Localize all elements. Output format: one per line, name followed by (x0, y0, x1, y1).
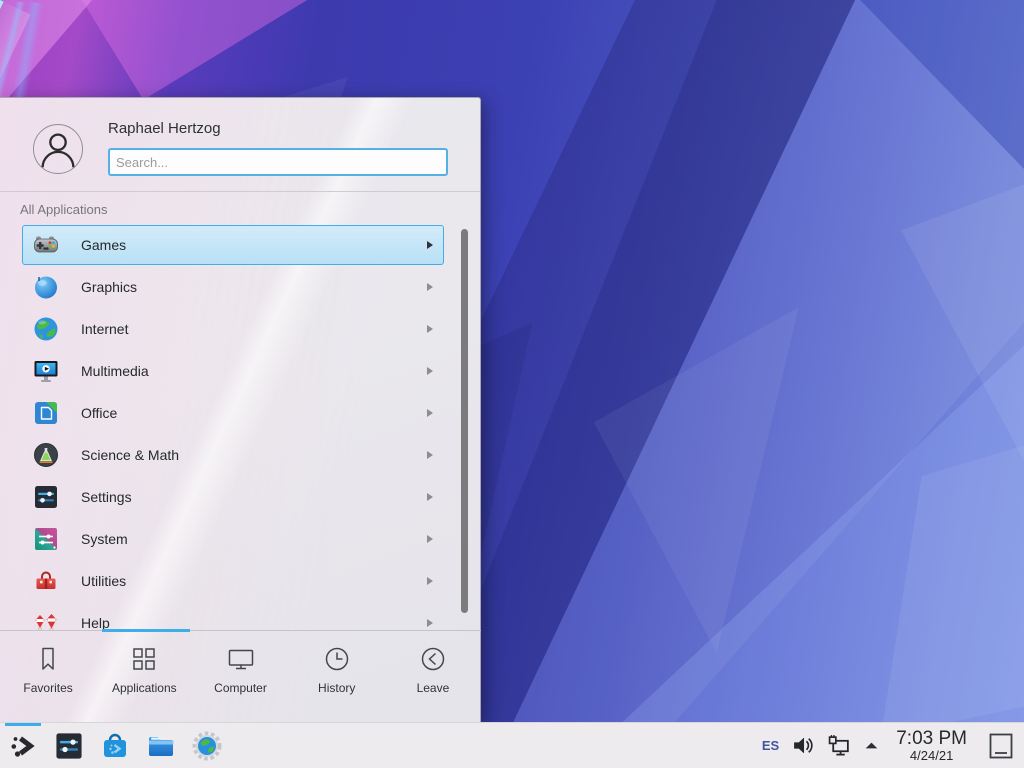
category-label: Multimedia (81, 363, 149, 379)
category-label: Science & Math (81, 447, 179, 463)
multimedia-icon (32, 357, 60, 385)
category-label: Settings (81, 489, 132, 505)
system-tray: ES 7:03 PM 4/24/21 (762, 723, 1024, 768)
submenu-arrow-icon (427, 577, 433, 585)
network-icon[interactable] (828, 734, 851, 757)
web-browser-button[interactable] (184, 723, 230, 768)
tab-favorites[interactable]: Favorites (0, 631, 96, 722)
submenu-arrow-icon (427, 283, 433, 291)
active-tab-indicator (102, 629, 190, 632)
section-label: All Applications (20, 202, 480, 217)
submenu-arrow-icon (427, 451, 433, 459)
application-launcher-icon (7, 730, 39, 762)
category-row-office[interactable]: Office (22, 393, 444, 433)
category-label: Utilities (81, 573, 126, 589)
show-desktop-button[interactable] (984, 723, 1018, 768)
games-icon (32, 231, 60, 259)
system-settings-button[interactable] (46, 723, 92, 768)
settings-icon (32, 483, 60, 511)
tab-label: History (318, 681, 355, 695)
category-row-system[interactable]: System (22, 519, 444, 559)
leave-icon (418, 644, 448, 674)
tab-leave[interactable]: Leave (385, 631, 481, 722)
web-browser-icon (191, 730, 223, 762)
tab-label: Applications (112, 681, 177, 695)
keyboard-layout-indicator[interactable]: ES (762, 738, 779, 753)
tab-computer[interactable]: Computer (192, 631, 288, 722)
clock-date: 4/24/21 (896, 749, 967, 763)
show-desktop-icon (987, 731, 1015, 761)
volume-icon[interactable] (792, 734, 815, 757)
tab-label: Favorites (23, 681, 72, 695)
clock-time: 7:03 PM (896, 729, 967, 749)
taskbar: ES 7:03 PM 4/24/21 (0, 722, 1024, 768)
category-row-internet[interactable]: Internet (22, 309, 444, 349)
category-label: Office (81, 405, 117, 421)
submenu-arrow-icon (427, 535, 433, 543)
discover-icon (99, 730, 131, 762)
submenu-arrow-icon (427, 241, 433, 249)
category-row-help[interactable]: Help (22, 603, 444, 631)
category-list-scrollbar[interactable] (461, 229, 468, 613)
submenu-arrow-icon (427, 409, 433, 417)
category-row-science-math[interactable]: Science & Math (22, 435, 444, 475)
search-input[interactable] (108, 148, 448, 176)
system-settings-icon (53, 730, 85, 762)
submenu-arrow-icon (427, 619, 433, 627)
file-manager-button[interactable] (138, 723, 184, 768)
header-divider (0, 191, 480, 192)
office-icon (32, 399, 60, 427)
favorites-icon (33, 644, 63, 674)
utilities-icon (32, 567, 60, 595)
system-icon (32, 525, 60, 553)
tab-label: Computer (214, 681, 267, 695)
launcher-header: Raphael Hertzog (0, 98, 480, 191)
category-label: System (81, 531, 128, 547)
computer-icon (226, 644, 256, 674)
user-avatar-icon (33, 124, 83, 174)
desktop: Raphael Hertzog All Applications (0, 0, 1024, 768)
submenu-arrow-icon (427, 367, 433, 375)
category-list: Games Graphics (0, 225, 481, 631)
category-row-multimedia[interactable]: Multimedia (22, 351, 444, 391)
category-row-settings[interactable]: Settings (22, 477, 444, 517)
help-icon (32, 609, 60, 631)
application-launcher-button[interactable] (0, 723, 46, 768)
science-math-icon (32, 441, 60, 469)
file-manager-icon (145, 730, 177, 762)
clock[interactable]: 7:03 PM 4/24/21 (892, 729, 971, 763)
user-name: Raphael Hertzog (108, 120, 221, 137)
category-label: Graphics (81, 279, 137, 295)
category-label: Games (81, 237, 126, 253)
submenu-arrow-icon (427, 325, 433, 333)
expand-tray-icon[interactable] (864, 738, 879, 753)
category-label: Internet (81, 321, 128, 337)
category-row-graphics[interactable]: Graphics (22, 267, 444, 307)
launcher-tab-bar: Favorites Applications (0, 630, 481, 722)
category-row-utilities[interactable]: Utilities (22, 561, 444, 601)
graphics-icon (32, 273, 60, 301)
active-task-indicator (5, 723, 41, 726)
application-launcher-menu: Raphael Hertzog All Applications (0, 97, 481, 722)
history-icon (322, 644, 352, 674)
tab-applications[interactable]: Applications (96, 631, 192, 722)
tab-history[interactable]: History (289, 631, 385, 722)
internet-icon (32, 315, 60, 343)
tab-label: Leave (417, 681, 450, 695)
discover-button[interactable] (92, 723, 138, 768)
category-row-games[interactable]: Games (22, 225, 444, 265)
submenu-arrow-icon (427, 493, 433, 501)
applications-icon (129, 644, 159, 674)
